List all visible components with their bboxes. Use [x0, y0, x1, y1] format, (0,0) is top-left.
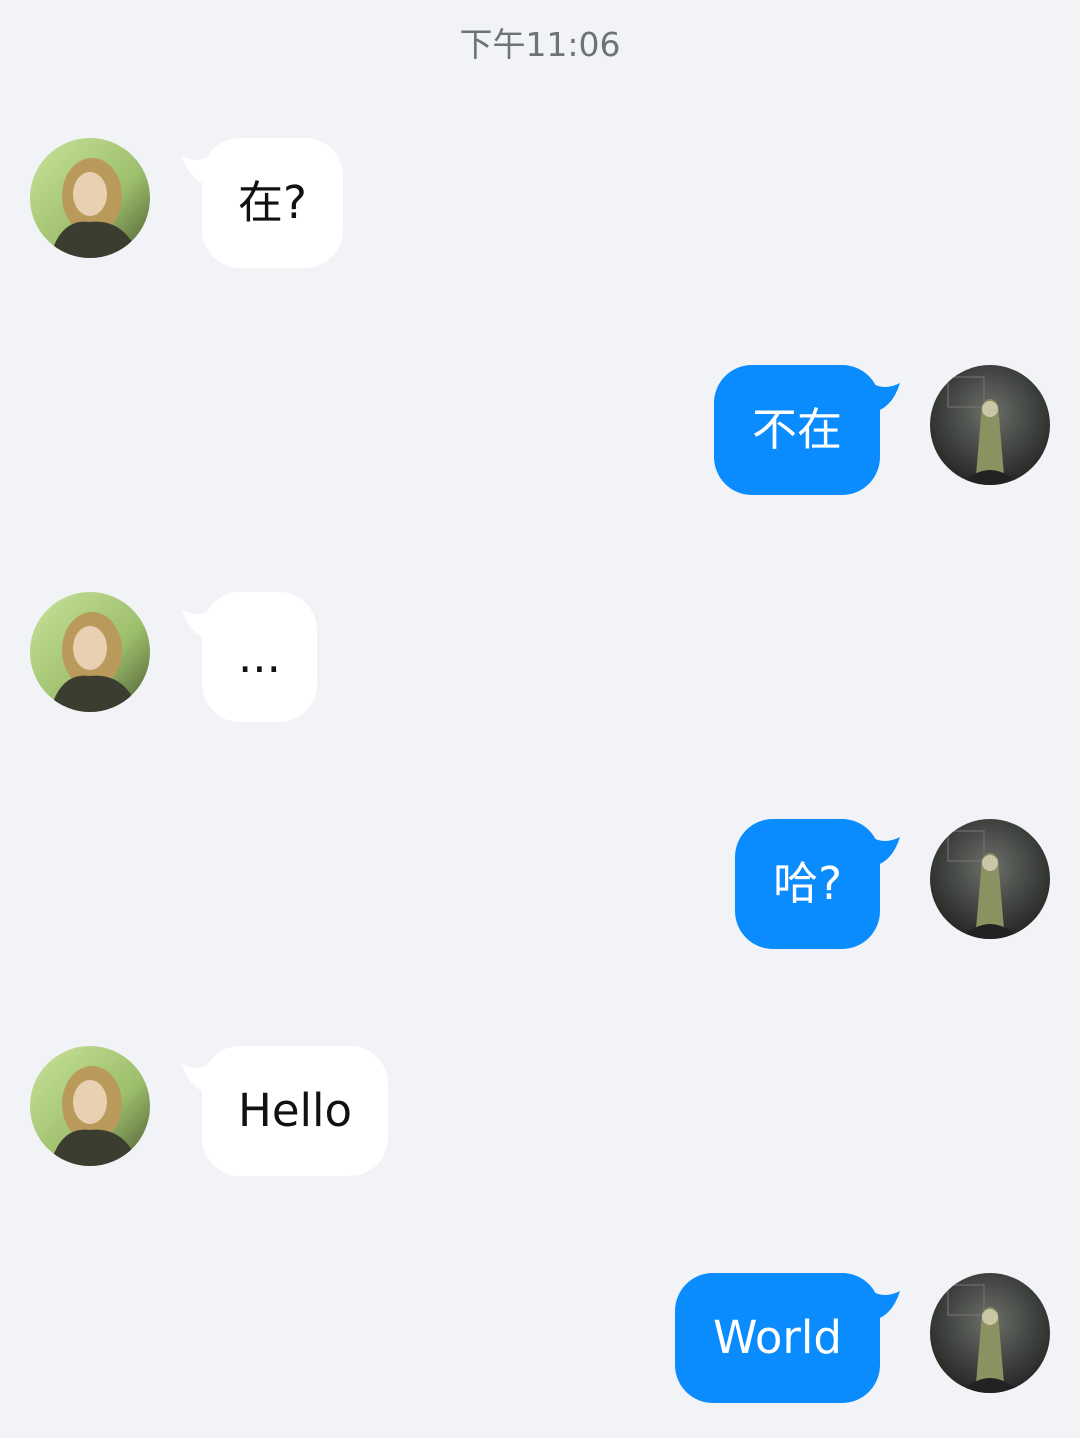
message-row: 不在 [0, 365, 1080, 497]
dark-figure-avatar[interactable] [930, 365, 1050, 485]
message-row: 在? [0, 138, 1080, 270]
message-row: Hello [0, 1046, 1080, 1178]
outgoing-message-bubble[interactable]: 哈? [735, 819, 880, 949]
dark-figure-avatar[interactable] [930, 819, 1050, 939]
outgoing-message-bubble[interactable]: 不在 [713, 365, 880, 495]
bubble-tail [862, 373, 902, 417]
bubble-tail [862, 1281, 902, 1325]
girl-avatar[interactable] [30, 592, 150, 712]
message-row: ... [0, 592, 1080, 724]
incoming-message-bubble[interactable]: 在? [202, 138, 343, 268]
message-row: 哈? [0, 819, 1080, 951]
dark-figure-avatar[interactable] [930, 1273, 1050, 1393]
message-row: World [0, 1273, 1080, 1405]
girl-avatar[interactable] [30, 1046, 150, 1166]
incoming-message-bubble[interactable]: Hello [202, 1046, 389, 1176]
bubble-tail [862, 827, 902, 871]
outgoing-message-bubble[interactable]: World [675, 1273, 880, 1403]
incoming-message-bubble[interactable]: ... [202, 592, 317, 722]
timestamp: 下午11:06 [459, 25, 621, 64]
girl-avatar[interactable] [30, 138, 150, 258]
